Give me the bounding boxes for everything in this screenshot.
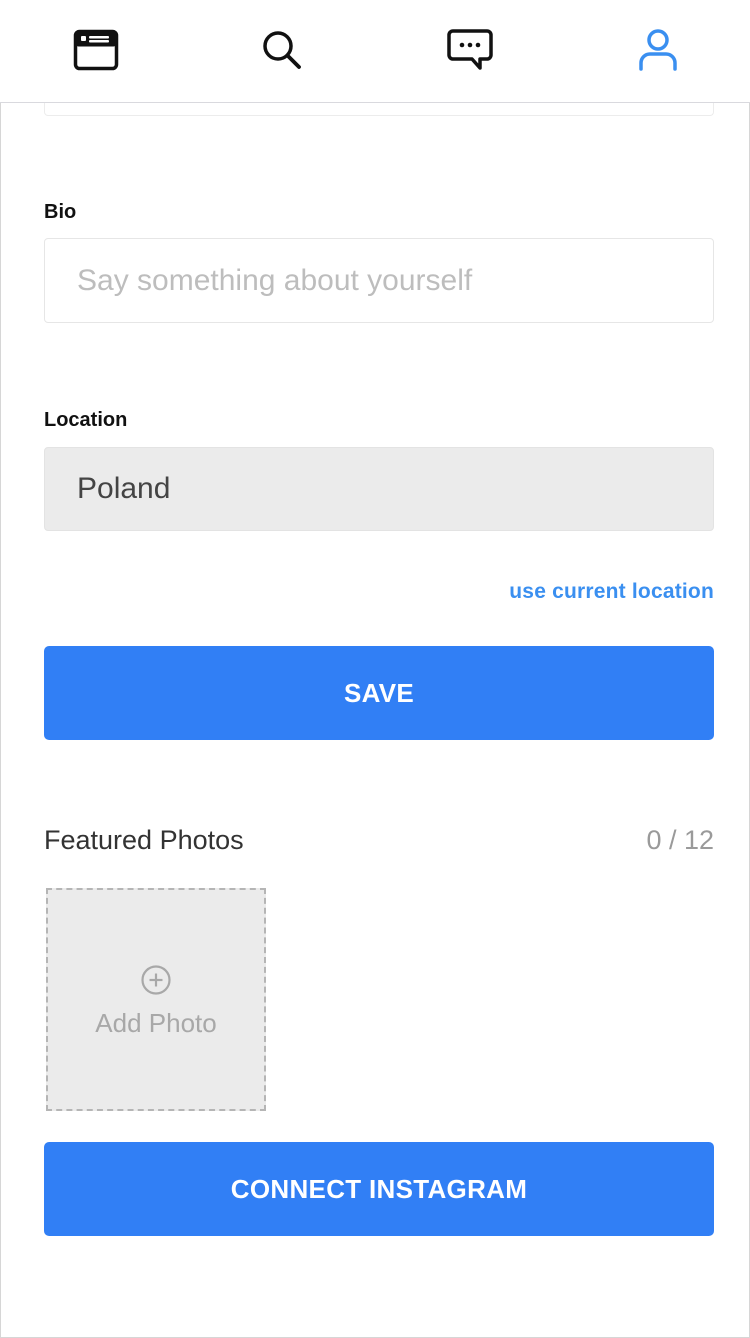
connect-instagram-button[interactable]: CONNECT INSTAGRAM bbox=[44, 1142, 714, 1236]
chat-bubble-icon bbox=[447, 29, 493, 70]
use-current-location-link[interactable]: use current location bbox=[509, 580, 714, 604]
browser-window-icon bbox=[73, 29, 119, 71]
user-profile-icon bbox=[639, 29, 677, 71]
nav-search-button[interactable] bbox=[254, 22, 310, 78]
search-icon bbox=[263, 31, 301, 69]
top-navigation bbox=[0, 0, 750, 103]
featured-photos-counter: 0 / 12 bbox=[646, 825, 714, 855]
nav-profile-button[interactable] bbox=[630, 22, 686, 78]
location-select[interactable]: Poland bbox=[44, 447, 714, 531]
location-label: Location bbox=[44, 409, 128, 431]
add-photo-label: Add Photo bbox=[95, 1008, 217, 1038]
featured-photos-title: Featured Photos bbox=[44, 825, 244, 855]
connect-instagram-label: CONNECT INSTAGRAM bbox=[230, 1173, 528, 1204]
add-photo-tile[interactable]: Add Photo bbox=[46, 888, 266, 1111]
save-button[interactable]: SAVE bbox=[44, 646, 714, 740]
save-button-label: SAVE bbox=[343, 677, 415, 708]
bio-label: Bio bbox=[44, 201, 77, 223]
location-value: Poland bbox=[77, 472, 171, 505]
add-circle-icon bbox=[141, 965, 171, 995]
bio-input[interactable] bbox=[44, 238, 714, 323]
nav-messages-button[interactable] bbox=[442, 22, 498, 78]
nav-feed-button[interactable] bbox=[68, 22, 124, 78]
